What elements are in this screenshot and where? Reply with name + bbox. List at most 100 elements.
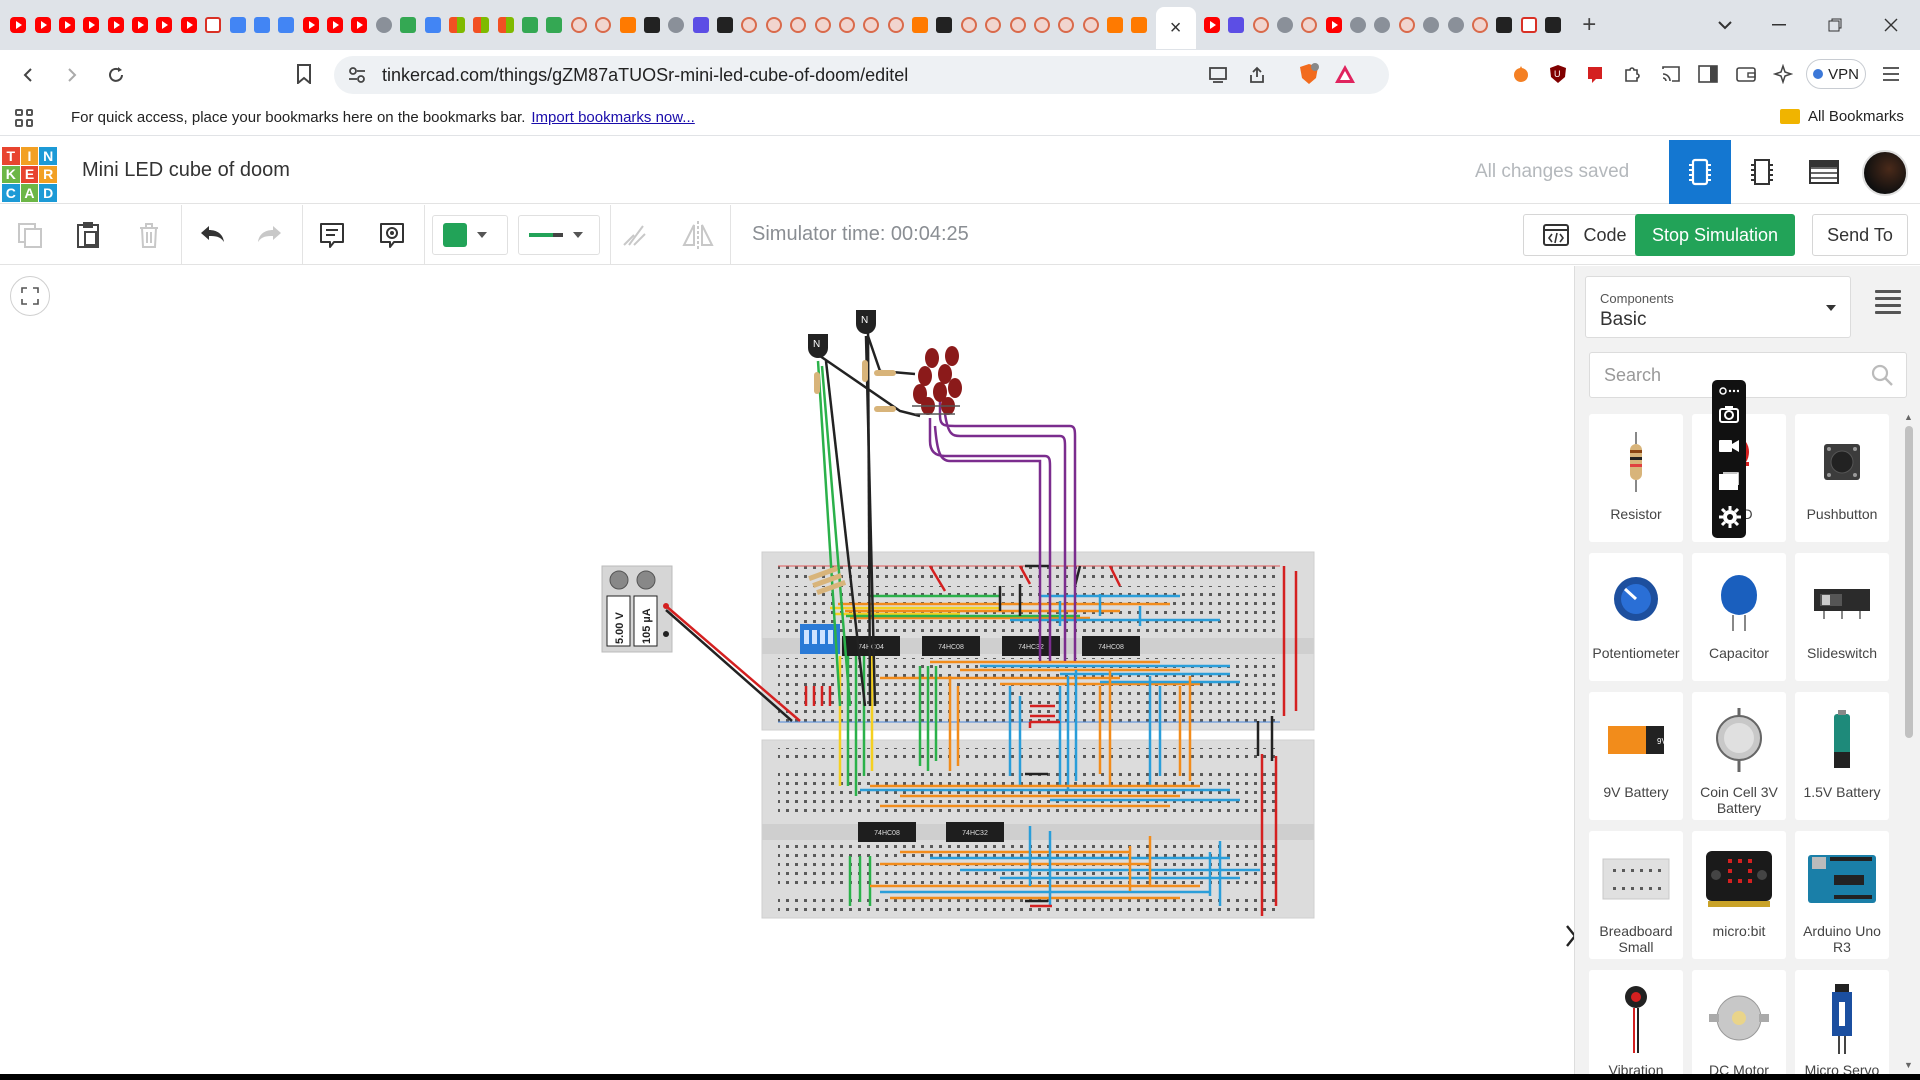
window-capture-icon[interactable] [1719, 472, 1739, 492]
drag-handle-icon[interactable] [1719, 384, 1740, 396]
copy-button[interactable] [10, 215, 50, 255]
component-tile[interactable]: Resistor [1589, 414, 1683, 542]
send-to-button[interactable]: Send To [1812, 214, 1908, 256]
site-tab-icon[interactable] [1107, 17, 1124, 33]
rotate-button[interactable] [614, 215, 654, 255]
vpn-button[interactable]: VPN [1806, 59, 1866, 89]
scroll-down-icon[interactable]: ▼ [1904, 1060, 1913, 1070]
nvidia-tab-icon[interactable] [546, 17, 563, 33]
site-tab-icon[interactable] [1228, 17, 1245, 33]
url-text[interactable]: tinkercad.com/things/gZM87aTUOSr-mini-le… [382, 65, 908, 86]
active-tab[interactable]: × [1155, 7, 1196, 49]
component-list-view-button[interactable] [1793, 140, 1855, 204]
bookmark-star-icon[interactable] [296, 64, 312, 89]
leo-ai-icon[interactable] [1772, 63, 1794, 85]
youtube-tab-icon[interactable] [351, 17, 368, 33]
schematic-view-button[interactable] [1731, 140, 1793, 204]
list-view-button[interactable] [1875, 290, 1901, 316]
brave-tab-icon[interactable] [814, 17, 831, 33]
site-tab-icon[interactable] [1447, 17, 1464, 33]
extensions-puzzle-icon[interactable] [1622, 63, 1644, 85]
address-bar[interactable]: tinkercad.com/things/gZM87aTUOSr-mini-le… [334, 56, 1389, 94]
site-tab-icon[interactable] [668, 17, 685, 33]
brave-tab-icon[interactable] [765, 17, 782, 33]
brave-tab-icon[interactable] [1471, 17, 1488, 33]
site-tab-icon[interactable] [1423, 17, 1440, 33]
tinkercad-logo[interactable]: TIN KER CAD [2, 147, 57, 202]
brave-tab-icon[interactable] [741, 17, 758, 33]
site-tab-icon[interactable] [1374, 17, 1391, 33]
component-search[interactable] [1589, 352, 1907, 398]
github-tab-icon[interactable] [1496, 17, 1513, 33]
flip-button[interactable] [678, 215, 718, 255]
youtube-tab-icon[interactable] [10, 17, 27, 33]
site-tab-icon[interactable] [375, 17, 392, 33]
component-tile[interactable]: Potentiometer [1589, 553, 1683, 681]
restore-button[interactable] [1807, 0, 1863, 50]
tab-search-chevron-icon[interactable] [1697, 0, 1753, 50]
brave-tab-icon[interactable] [1058, 17, 1075, 33]
microsoft-tab-icon[interactable] [473, 17, 490, 33]
brave-tab-icon[interactable] [790, 17, 807, 33]
component-tile[interactable]: Micro Servo [1795, 970, 1889, 1080]
component-tile[interactable]: Breadboard Small [1589, 831, 1683, 959]
site-tab-icon[interactable] [1276, 17, 1293, 33]
youtube-tab-icon[interactable] [180, 17, 197, 33]
site-tab-icon[interactable] [278, 17, 295, 33]
ublock-icon[interactable]: U [1547, 63, 1569, 85]
scroll-up-icon[interactable]: ▲ [1904, 412, 1913, 422]
notes-button[interactable] [312, 215, 352, 255]
medium-tab-icon[interactable] [936, 17, 953, 33]
wire-color-dropdown[interactable] [432, 215, 508, 255]
site-tab-icon[interactable] [692, 17, 709, 33]
microsoft-tab-icon[interactable] [497, 17, 514, 33]
github-tab-icon[interactable] [717, 17, 734, 33]
redo-button[interactable] [250, 215, 290, 255]
gmail-tab-icon[interactable] [205, 17, 222, 33]
circuit-canvas[interactable]: 5.00 V 105 µA 74HC04 74HC08 74HC32 74HC08 74… [0, 266, 1582, 1080]
youtube-tab-icon[interactable] [34, 17, 51, 33]
sidebar-icon[interactable] [1697, 63, 1719, 85]
import-bookmarks-link[interactable]: Import bookmarks now... [531, 109, 694, 126]
minimize-button[interactable] [1751, 0, 1807, 50]
youtube-tab-icon[interactable] [156, 17, 173, 33]
install-app-icon[interactable] [1208, 65, 1230, 85]
share-icon[interactable] [1246, 65, 1268, 85]
cast-icon[interactable] [1660, 63, 1682, 85]
wallet-icon[interactable] [1735, 63, 1757, 85]
component-tile[interactable]: Arduino Uno R3 [1795, 831, 1889, 959]
brave-tab-icon[interactable] [570, 17, 587, 33]
d2l-tab-icon[interactable] [643, 17, 660, 33]
brave-tab-icon[interactable] [595, 17, 612, 33]
multimeter[interactable]: 5.00 V 105 µA [601, 565, 673, 653]
paste-button[interactable] [68, 215, 108, 255]
brave-tab-icon[interactable] [1009, 17, 1026, 33]
brave-tab-icon[interactable] [985, 17, 1002, 33]
component-tile[interactable]: 1.5V Battery [1795, 692, 1889, 820]
brave-rewards-icon[interactable] [1334, 64, 1356, 84]
annotate-button[interactable] [372, 215, 412, 255]
youtube-tab-icon[interactable] [1203, 17, 1220, 33]
brave-tab-icon[interactable] [887, 17, 904, 33]
wordpress-tab-icon[interactable] [424, 17, 441, 33]
youtube-tab-icon[interactable] [132, 17, 149, 33]
brave-tab-icon[interactable] [960, 17, 977, 33]
component-tile[interactable]: Slideswitch [1795, 553, 1889, 681]
site-info-icon[interactable] [346, 65, 368, 85]
code-button[interactable]: Code [1523, 214, 1647, 256]
camera-icon[interactable] [1719, 404, 1739, 424]
brave-tab-icon[interactable] [838, 17, 855, 33]
user-avatar[interactable] [1862, 150, 1908, 196]
youtube-tab-icon[interactable] [58, 17, 75, 33]
brave-tab-icon[interactable] [1252, 17, 1269, 33]
site-tab-icon[interactable] [400, 17, 417, 33]
component-tile[interactable]: Coin Cell 3V Battery [1692, 692, 1786, 820]
forward-button[interactable] [54, 57, 90, 93]
brave-tab-icon[interactable] [1082, 17, 1099, 33]
reload-button[interactable] [98, 57, 134, 93]
brave-tab-icon[interactable] [863, 17, 880, 33]
component-tile[interactable]: Vibration [1589, 970, 1683, 1080]
brave-tab-icon[interactable] [1033, 17, 1050, 33]
site-tab-icon[interactable] [619, 17, 636, 33]
circuit-view-button[interactable] [1669, 140, 1731, 204]
